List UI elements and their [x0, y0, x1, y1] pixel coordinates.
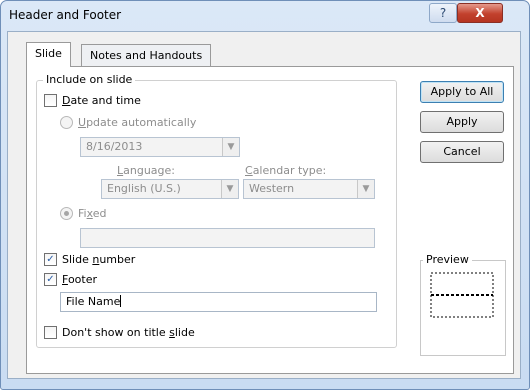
calendar-type-value: Western [249, 182, 295, 195]
cancel-label: Cancel [443, 145, 481, 158]
date-time-checkbox[interactable] [44, 94, 57, 107]
dialog-window: Header and Footer ? X Slide Notes and Ha… [0, 0, 530, 390]
dont-show-title-label: Don't show on title slide [62, 326, 195, 339]
preview-pane: Preview [420, 253, 506, 356]
slide-number-label-rest: umber [99, 253, 136, 266]
language-value: English (U.S.) [107, 182, 181, 195]
language-label-rest: anguage: [123, 164, 176, 177]
slide-number-label-start: Slide [62, 253, 93, 266]
cancel-button[interactable]: Cancel [420, 141, 504, 163]
include-group-label: Include on slide [43, 73, 136, 86]
date-format-value: 8/16/2013 [86, 140, 143, 153]
apply-button[interactable]: Apply [420, 111, 504, 133]
slide-number-checkbox[interactable]: ✓ [44, 253, 57, 266]
date-format-select[interactable]: 8/16/2013 ▼ [80, 137, 240, 157]
text-caret [120, 295, 122, 307]
calendar-mnemonic: C [245, 164, 253, 177]
help-icon: ? [439, 6, 447, 20]
dialog-client-area: Slide Notes and Handouts Include on slid… [7, 31, 521, 379]
dialog-title: Header and Footer [9, 8, 122, 22]
update-automatically-radio[interactable] [60, 116, 73, 129]
update-mnemonic: U [78, 116, 87, 129]
tab-slide[interactable]: Slide [26, 42, 71, 67]
fixed-radio[interactable] [60, 207, 73, 220]
fixed-date-input[interactable] [80, 228, 375, 248]
calendar-type-label: Calendar type: [245, 164, 326, 177]
dont-show-label-start: Don't show on title [62, 326, 170, 339]
chevron-down-icon: ▼ [221, 180, 238, 198]
slide-preview-thumbnail [430, 272, 494, 318]
checkmark-icon: ✓ [46, 254, 55, 265]
tab-notes-label: Notes and Handouts [90, 49, 203, 62]
footer-text-value: File Name [66, 295, 121, 308]
slide-number-label: Slide number [62, 253, 135, 266]
apply-label: Apply [446, 115, 478, 128]
dont-show-title-checkbox[interactable] [44, 326, 57, 339]
apply-to-all-button[interactable]: Apply to All [420, 81, 504, 103]
apply-to-all-label: Apply to All [430, 85, 494, 98]
chevron-down-icon: ▼ [357, 180, 374, 198]
tab-panel-slide: Include on slide Date and time Update au… [26, 66, 514, 374]
close-button[interactable]: X [457, 3, 503, 23]
calendar-type-select[interactable]: Western ▼ [243, 179, 375, 199]
calendar-label-rest: alendar type: [252, 164, 327, 177]
footer-label-rest: ooter [67, 273, 98, 286]
footer-label: Footer [62, 273, 97, 286]
checkmark-icon: ✓ [46, 274, 55, 285]
dont-show-label-rest: lide [174, 326, 195, 339]
tab-slide-label: Slide [35, 47, 62, 60]
footer-text-input[interactable]: File Name [60, 292, 377, 312]
chevron-down-icon: ▼ [222, 138, 239, 156]
language-label: Language: [117, 164, 175, 177]
tab-notes-handouts[interactable]: Notes and Handouts [81, 44, 212, 66]
footer-checkbox[interactable]: ✓ [44, 273, 57, 286]
title-bar[interactable]: Header and Footer ? X [1, 1, 529, 31]
update-label-rest: pdate automatically [86, 116, 197, 129]
language-select[interactable]: English (U.S.) ▼ [101, 179, 239, 199]
close-icon: X [475, 6, 485, 20]
fixed-label-start: Fi [78, 207, 87, 220]
update-automatically-label: Update automatically [78, 116, 196, 129]
date-time-label: Date and time [62, 94, 141, 107]
help-button[interactable]: ? [429, 3, 457, 23]
fixed-label: Fixed [78, 207, 107, 220]
fixed-label-rest: ed [92, 207, 107, 220]
date-time-label-rest: ate and time [70, 94, 141, 107]
